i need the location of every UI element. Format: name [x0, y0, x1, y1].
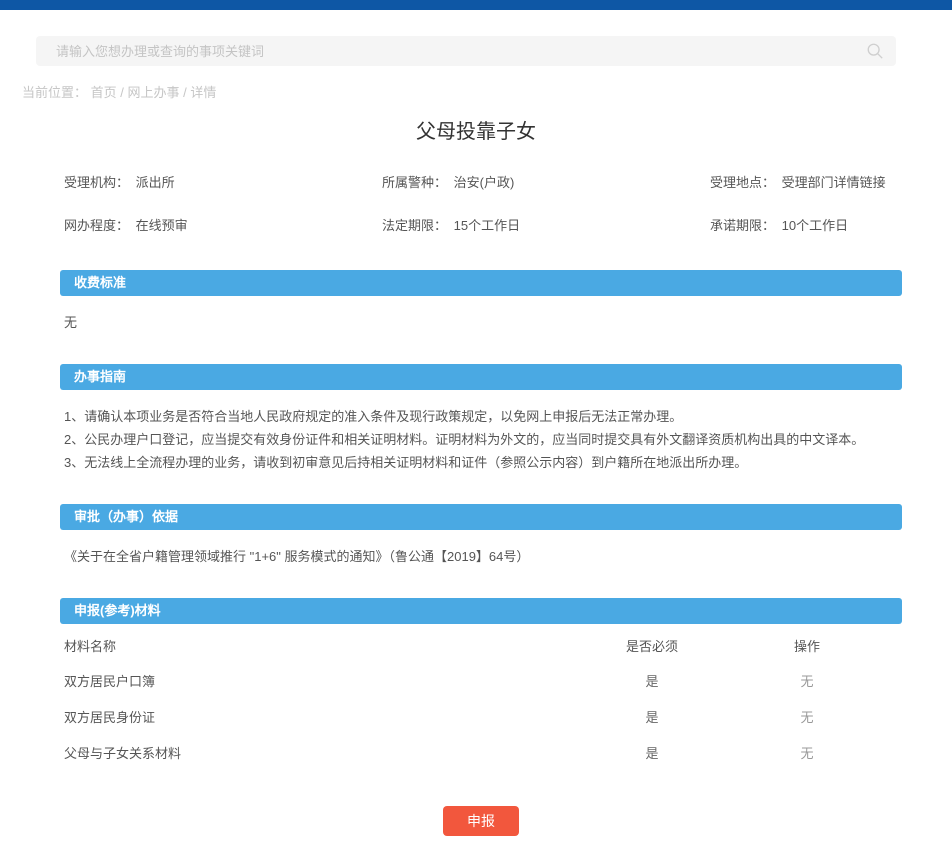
info-field-statutory-period: 法定期限： 15个工作日: [382, 215, 710, 234]
breadcrumb: 当前位置： 首页 / 网上办事 / 详情: [22, 82, 952, 101]
search-input[interactable]: [36, 36, 896, 66]
breadcrumb-item-online-services[interactable]: 网上办事: [128, 85, 180, 100]
section-header-application-materials: 申报(参考)材料: [60, 598, 902, 624]
apply-button-row: 申报: [60, 806, 902, 836]
guide-item-1: 1、请确认本项业务是否符合当地人民政府规定的准入条件及现行政策规定，以免网上申报…: [64, 405, 902, 428]
info-value: 派出所: [136, 175, 175, 190]
info-value: 在线预审: [136, 218, 188, 233]
info-value: 10个工作日: [782, 218, 848, 233]
breadcrumb-separator: /: [120, 85, 124, 100]
guide-item-3: 3、无法线上全流程办理的业务，请收到初审意见后持相关证明材料和证件（参照公示内容…: [64, 451, 902, 474]
top-blue-bar: [0, 0, 952, 10]
section-header-service-guide: 办事指南: [60, 364, 902, 390]
material-name-cell: 双方居民身份证: [64, 707, 592, 726]
info-field-online-level: 网办程度： 在线预审: [64, 215, 382, 234]
section-body-approval-basis: 《关于在全省户籍管理领域推行 "1+6" 服务模式的通知》（鲁公通【2019】6…: [60, 530, 902, 584]
info-label: 承诺期限：: [710, 218, 775, 233]
column-header-required: 是否必须: [592, 636, 712, 655]
accepting-department-detail-link[interactable]: 受理部门详情链接: [782, 175, 886, 190]
required-cell: 是: [592, 671, 712, 690]
info-field-accepting-agency: 受理机构： 派出所: [64, 172, 382, 191]
operation-cell: 无: [712, 743, 902, 762]
table-row: 双方居民户口簿 是 无: [64, 662, 902, 698]
info-label: 受理机构：: [64, 175, 129, 190]
section-body-fee-standard: 无: [60, 296, 902, 350]
column-header-material-name: 材料名称: [64, 636, 592, 655]
column-header-operation: 操作: [712, 636, 902, 655]
section-header-approval-basis: 审批（办事）依据: [60, 504, 902, 530]
search-icon[interactable]: [866, 42, 884, 60]
apply-button[interactable]: 申报: [443, 806, 519, 836]
main-content: 受理机构： 派出所 所属警种： 治安(户政) 受理地点： 受理部门详情链接 网办…: [60, 160, 902, 836]
info-field-accepting-location: 受理地点： 受理部门详情链接: [710, 172, 902, 191]
info-field-police-category: 所属警种： 治安(户政): [382, 172, 710, 191]
material-name-cell: 父母与子女关系材料: [64, 743, 592, 762]
breadcrumb-item-home[interactable]: 首页: [91, 85, 117, 100]
info-label: 法定期限：: [382, 218, 447, 233]
operation-cell: 无: [712, 671, 902, 690]
operation-cell: 无: [712, 707, 902, 726]
material-name-cell: 双方居民户口簿: [64, 671, 592, 690]
info-label: 网办程度：: [64, 218, 129, 233]
section-header-fee-standard: 收费标准: [60, 270, 902, 296]
info-value: 15个工作日: [454, 218, 520, 233]
table-row: 双方居民身份证 是 无: [64, 698, 902, 734]
section-body-service-guide: 1、请确认本项业务是否符合当地人民政府规定的准入条件及现行政策规定，以免网上申报…: [60, 390, 902, 490]
table-row: 父母与子女关系材料 是 无: [64, 734, 902, 770]
materials-table: 材料名称 是否必须 操作 双方居民户口簿 是 无 双方居民身份证 是 无 父母与…: [60, 624, 902, 770]
info-label: 所属警种：: [382, 175, 447, 190]
breadcrumb-item-detail: 详情: [190, 85, 216, 100]
materials-table-header: 材料名称 是否必须 操作: [64, 628, 902, 662]
guide-item-2: 2、公民办理户口登记，应当提交有效身份证件和相关证明材料。证明材料为外文的，应当…: [64, 428, 902, 451]
info-value: 治安(户政): [454, 175, 515, 190]
breadcrumb-separator: /: [183, 85, 187, 100]
service-info-grid: 受理机构： 派出所 所属警种： 治安(户政) 受理地点： 受理部门详情链接 网办…: [60, 160, 902, 256]
required-cell: 是: [592, 743, 712, 762]
info-label: 受理地点：: [710, 175, 775, 190]
info-field-promised-period: 承诺期限： 10个工作日: [710, 215, 902, 234]
breadcrumb-prefix: 当前位置：: [22, 85, 87, 100]
required-cell: 是: [592, 707, 712, 726]
search-bar: [36, 36, 896, 66]
page-title: 父母投靠子女: [0, 115, 952, 144]
